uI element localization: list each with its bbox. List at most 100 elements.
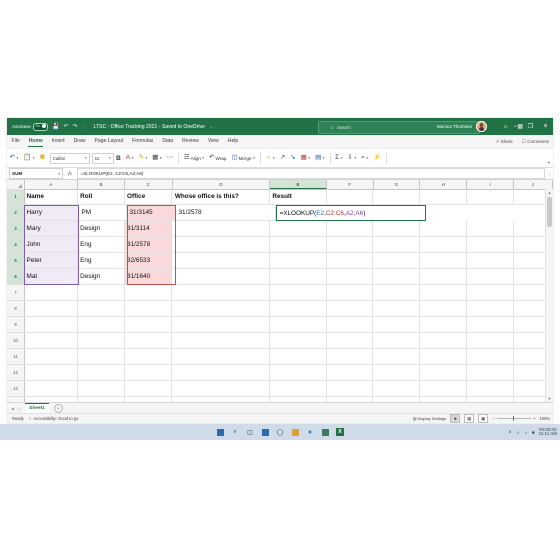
- tab-file[interactable]: File: [7, 135, 24, 148]
- cell-i11[interactable]: [467, 349, 514, 365]
- select-all-button[interactable]: [7, 180, 25, 189]
- cell-d9[interactable]: [172, 317, 270, 333]
- sound-icon[interactable]: ☼: [524, 430, 528, 435]
- cell-b14[interactable]: [78, 397, 125, 402]
- cell-h5[interactable]: [420, 253, 467, 269]
- cell-g4[interactable]: [373, 237, 420, 253]
- row-header-9[interactable]: 9: [7, 317, 24, 333]
- expand-formula-bar-icon[interactable]: ⌄: [548, 172, 551, 176]
- cell-a6[interactable]: Mat: [24, 269, 78, 285]
- autosum-button[interactable]: Σ ▾: [333, 151, 345, 165]
- chevron-down-icon[interactable]: ▾: [341, 156, 343, 160]
- cell-f3[interactable]: [327, 221, 374, 237]
- prev-sheet-button[interactable]: ◁: [17, 406, 20, 411]
- start-button[interactable]: [216, 428, 224, 436]
- cell-d8[interactable]: [172, 301, 270, 317]
- cell-g6[interactable]: [373, 269, 420, 285]
- tab-review[interactable]: Review: [178, 135, 204, 148]
- cell-a10[interactable]: [24, 333, 78, 349]
- row-header-1[interactable]: 1: [7, 189, 24, 205]
- cell-g8[interactable]: [373, 301, 420, 317]
- bold-button[interactable]: B: [114, 151, 124, 165]
- format-painter-button[interactable]: ✽: [37, 151, 47, 165]
- tab-home[interactable]: Home: [24, 135, 47, 148]
- column-header-f[interactable]: F: [327, 180, 374, 189]
- wrap-text-button[interactable]: ↶ Wrap: [207, 151, 229, 165]
- autosave-switch[interactable]: On: [33, 123, 48, 131]
- cell-e13[interactable]: [270, 381, 327, 397]
- column-header-h[interactable]: H: [420, 180, 467, 189]
- chevron-down-icon[interactable]: ▾: [308, 156, 310, 160]
- cell-a14[interactable]: [24, 397, 78, 402]
- cell-h9[interactable]: [420, 317, 467, 333]
- row-header-13[interactable]: 13: [7, 381, 24, 397]
- cell-b10[interactable]: [78, 333, 125, 349]
- cell-a9[interactable]: [24, 317, 78, 333]
- cell-b7[interactable]: [78, 285, 125, 301]
- more-font-options-button[interactable]: ⋯: [164, 151, 176, 165]
- cell-b3[interactable]: Design: [78, 221, 125, 237]
- cell-a11[interactable]: [24, 349, 78, 365]
- cell-i12[interactable]: [467, 365, 514, 381]
- network-icon[interactable]: ☼: [516, 430, 520, 435]
- cell-i8[interactable]: [467, 301, 514, 317]
- conditional-formatting-button[interactable]: ▦ ▾: [298, 151, 312, 165]
- comments-button[interactable]: ☐ Comments: [522, 139, 549, 145]
- cell-f10[interactable]: [327, 333, 374, 349]
- cell-g3[interactable]: [373, 221, 420, 237]
- cell-a1[interactable]: Name: [24, 189, 78, 205]
- chevron-down-icon[interactable]: ▾: [366, 156, 368, 160]
- cell-c7[interactable]: [125, 285, 173, 301]
- display-settings-button[interactable]: ▤ Display Settings: [413, 416, 446, 421]
- row-header-7[interactable]: 7: [7, 285, 24, 301]
- accessibility-icon[interactable]: ☾: [29, 416, 33, 421]
- chevron-down-icon[interactable]: ▾: [33, 156, 35, 160]
- cell-i3[interactable]: [467, 221, 514, 237]
- zoom-out-button[interactable]: −: [492, 416, 495, 421]
- cell-g11[interactable]: [373, 349, 420, 365]
- row-header-2[interactable]: 2: [7, 205, 24, 221]
- tab-page-layout[interactable]: Page Layout: [90, 135, 128, 148]
- column-header-d[interactable]: D: [173, 180, 270, 189]
- cell-e12[interactable]: [270, 365, 327, 381]
- cell-b5[interactable]: Eng: [78, 253, 125, 269]
- cell-h7[interactable]: [420, 285, 467, 301]
- row-header-14[interactable]: 14: [7, 397, 24, 402]
- cell-g10[interactable]: [373, 333, 420, 349]
- cell-f11[interactable]: [327, 349, 374, 365]
- cell-e7[interactable]: [270, 285, 327, 301]
- tab-insert[interactable]: Insert: [47, 135, 69, 148]
- row-header-12[interactable]: 12: [7, 365, 24, 381]
- cell-d12[interactable]: [172, 365, 270, 381]
- cell-h10[interactable]: [420, 333, 467, 349]
- cell-e6[interactable]: [270, 269, 327, 285]
- cell-i7[interactable]: [467, 285, 514, 301]
- tray-chevron-icon[interactable]: ∧: [508, 429, 511, 435]
- edge-icon[interactable]: ●: [306, 428, 314, 436]
- row-header-10[interactable]: 10: [7, 333, 24, 349]
- store-icon[interactable]: [321, 428, 329, 436]
- search-icon[interactable]: ⌕: [231, 428, 239, 436]
- cell-g9[interactable]: [373, 317, 420, 333]
- cell-c13[interactable]: [125, 381, 173, 397]
- name-box[interactable]: SUM ▾: [9, 168, 63, 179]
- undo-icon[interactable]: ↶: [63, 123, 68, 130]
- tab-help[interactable]: Help: [223, 135, 242, 148]
- chevron-down-icon[interactable]: ▾: [58, 172, 60, 176]
- zoom-in-button[interactable]: +: [533, 416, 536, 421]
- cell-c8[interactable]: [125, 301, 173, 317]
- cell-b4[interactable]: Eng: [78, 237, 125, 253]
- cell-d5[interactable]: [172, 253, 270, 269]
- merge-button[interactable]: ◫ Merge ▾: [229, 151, 258, 165]
- cell-h13[interactable]: [420, 381, 467, 397]
- cell-i4[interactable]: [467, 237, 514, 253]
- cell-d4[interactable]: [172, 237, 270, 253]
- row-header-3[interactable]: 3: [7, 221, 24, 237]
- clock-widget[interactable]: 00:00:00 11:11 AM: [539, 428, 557, 437]
- close-button[interactable]: ×: [538, 118, 553, 135]
- normal-view-icon[interactable]: ■: [450, 414, 460, 423]
- cell-a4[interactable]: John: [24, 237, 78, 253]
- save-icon[interactable]: 💾: [52, 123, 59, 130]
- insert-function-icon[interactable]: fx: [63, 171, 77, 177]
- cell-a2[interactable]: Harry: [24, 205, 79, 221]
